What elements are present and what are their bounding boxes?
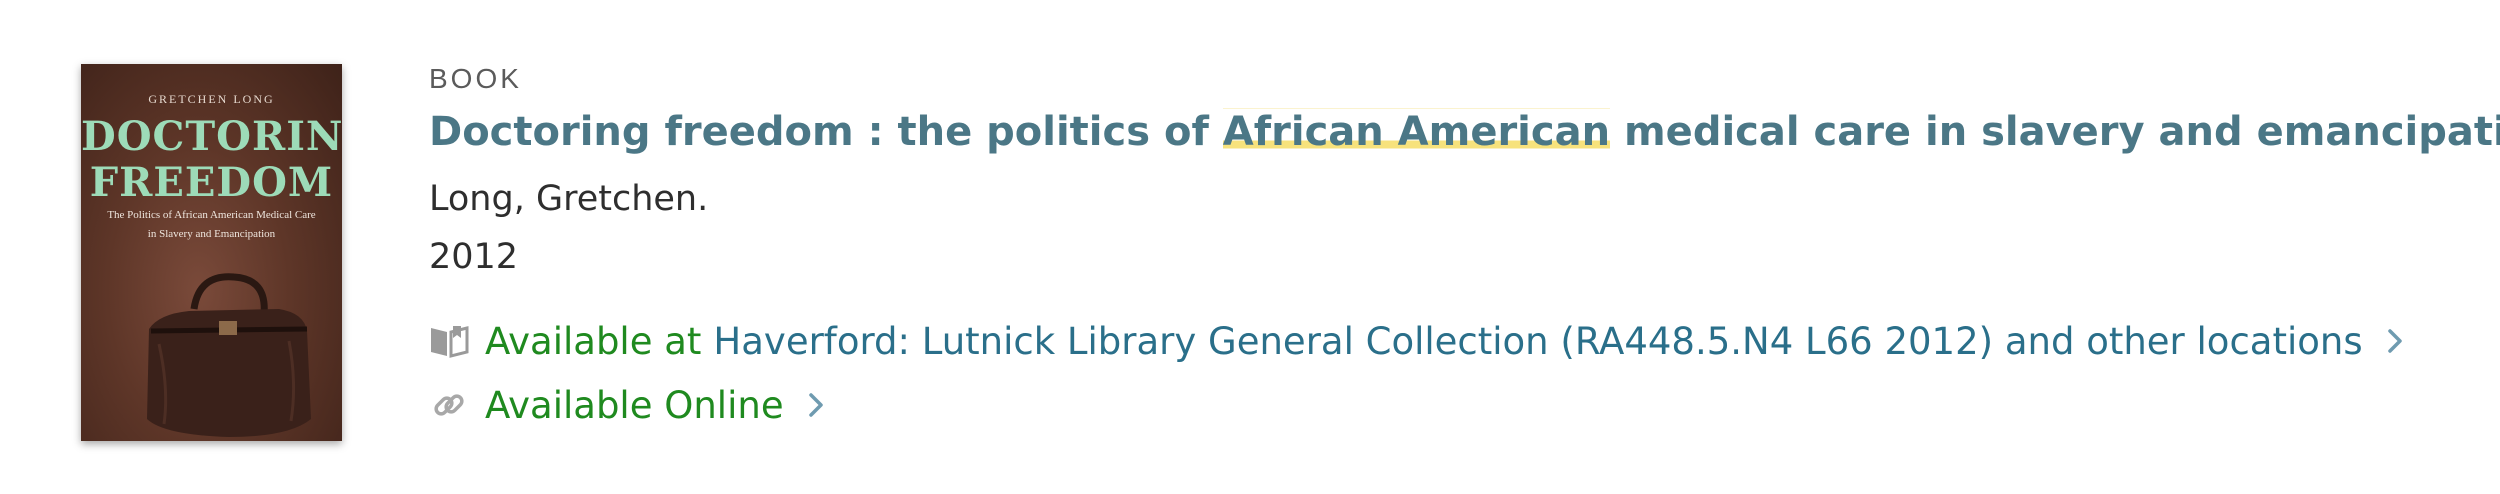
title-text-before: Doctoring freedom : the politics of [429,109,1223,155]
record-author: Long, Gretchen. [429,179,709,219]
cover-subtitle: The Politics of African American Medical… [91,206,332,244]
cover-title-line2: FREEDOM [89,159,334,206]
title-text-after: medical care in slavery and emancipation [1610,109,2500,155]
search-result-record: GRETCHEN LONG DOCTORING FREEDOM The Poli… [0,0,2500,494]
link-icon [429,387,469,423]
cover-subtitle-line1: The Politics of African American Medical… [107,209,316,221]
book-icon [429,323,469,359]
chevron-right-icon[interactable] [2387,328,2403,354]
book-cover-thumbnail[interactable]: GRETCHEN LONG DOCTORING FREEDOM The Poli… [81,64,342,441]
availability-online-status: Available Online [485,383,784,427]
record-year: 2012 [429,237,519,277]
cover-title: DOCTORING FREEDOM [81,114,342,206]
doctor-bag-illustration [147,273,311,437]
availability-location: Haverford: Lutnick Library General Colle… [713,319,2363,363]
format-label: BOOK [429,63,522,94]
availability-online-row[interactable]: Available Online [429,380,824,430]
cover-author: GRETCHEN LONG [148,92,275,106]
cover-title-line1: DOCTORING [81,113,342,160]
availability-physical-row[interactable]: Available at Haverford: Lutnick Library … [429,316,2403,366]
chevron-right-icon[interactable] [808,392,824,418]
availability-status: Available at [485,319,702,363]
record-title-link[interactable]: Doctoring freedom : the politics of Afri… [429,104,2500,160]
title-highlighted-term: African American [1222,108,1611,155]
cover-subtitle-line2: in Slavery and Emancipation [147,228,276,240]
